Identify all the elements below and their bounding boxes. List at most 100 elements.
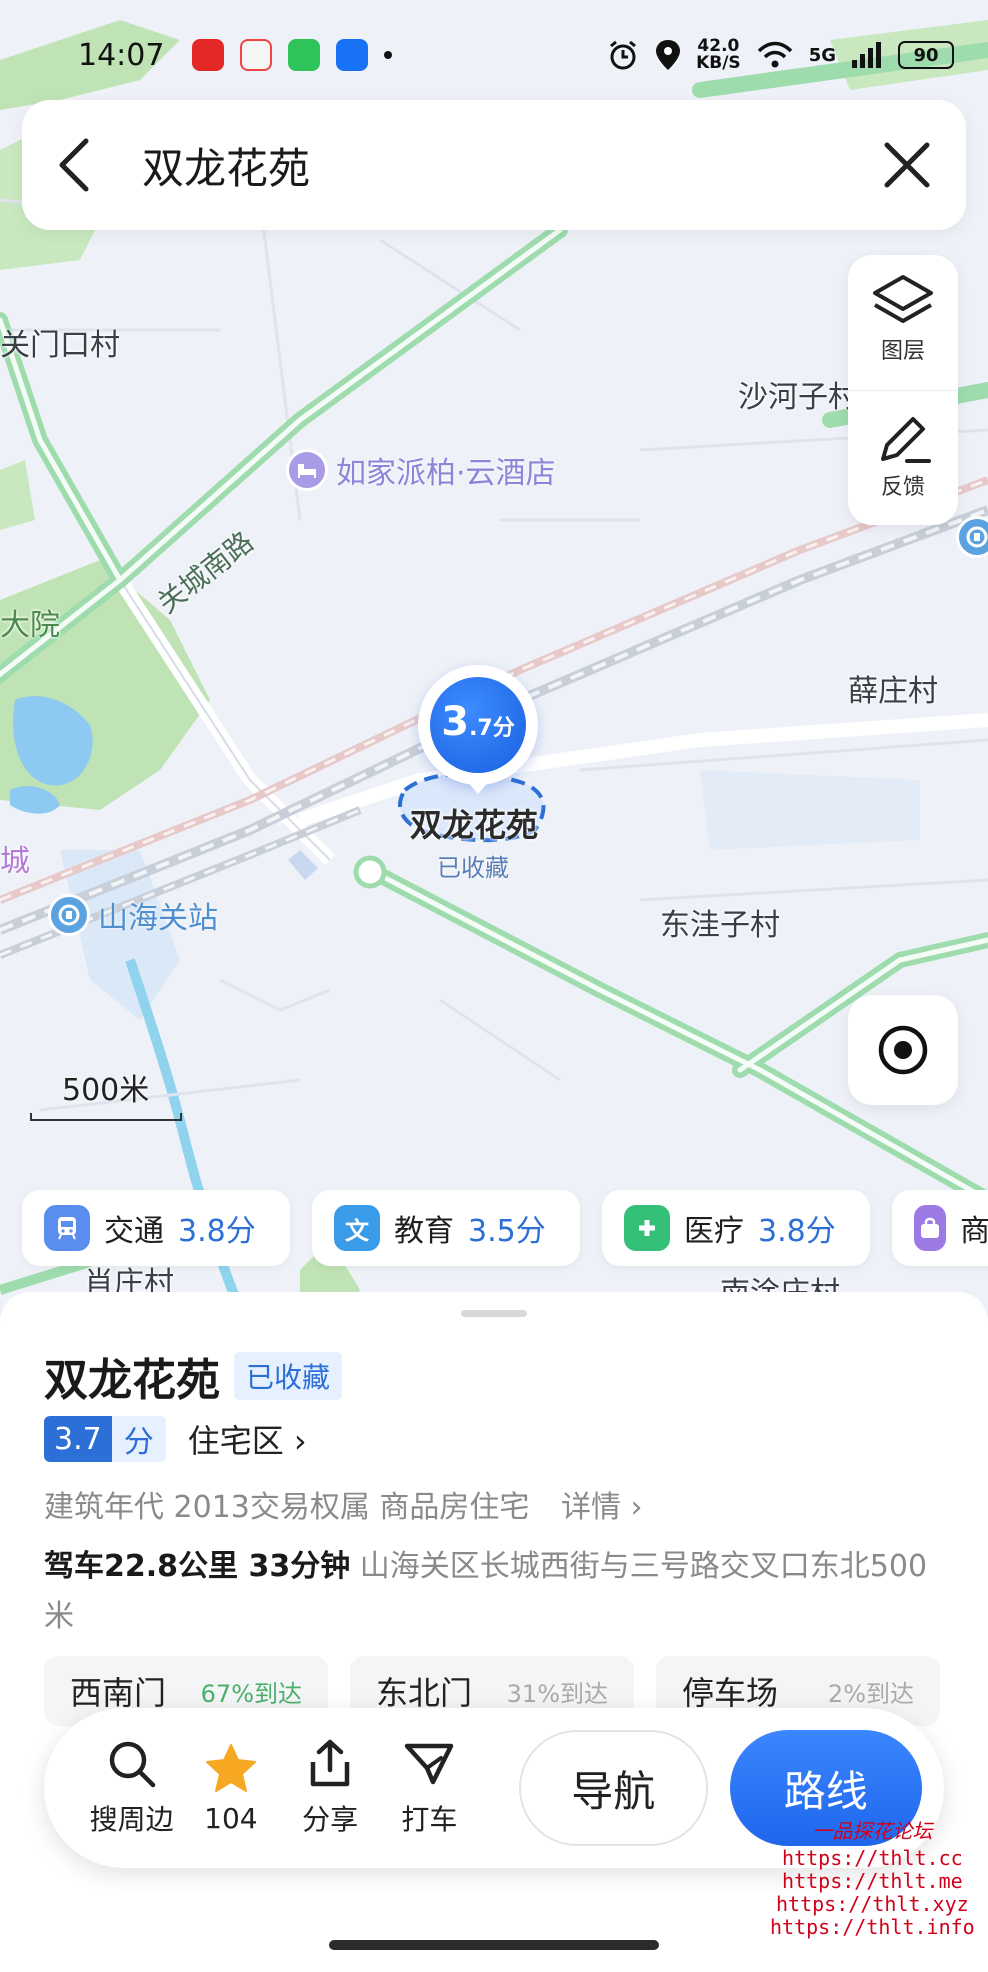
watermark: 一品探花论坛 https://thlt.cc https://thlt.me h… xyxy=(770,1820,975,1939)
building-info-text: 建筑年代 2013交易权属 商品房住宅 xyxy=(44,1490,530,1525)
search-bar[interactable]: 双龙花苑 xyxy=(22,100,966,230)
watermark-url: https://thlt.cc xyxy=(782,1846,963,1870)
star-icon xyxy=(205,1743,256,1792)
map-label-xuezhuang: 薛庄村 xyxy=(848,674,938,709)
taxi-button[interactable]: 打车 xyxy=(380,1738,479,1838)
app-notification-icon xyxy=(192,39,225,71)
layers-icon xyxy=(873,275,933,323)
network-speed-unit: KB/S xyxy=(696,53,741,73)
search-nearby-button[interactable]: 搜周边 xyxy=(82,1738,181,1838)
entrance-percent: 67%到达 xyxy=(200,1679,302,1708)
place-title: 双龙花苑 xyxy=(44,1355,220,1406)
search-icon xyxy=(109,1741,155,1788)
poi-hotel-label: 如家派柏·云酒店 xyxy=(336,456,556,491)
map-tools-panel: 图层 反馈 xyxy=(848,255,958,525)
signal-icon xyxy=(852,42,881,68)
chip-score: 3.8分 xyxy=(178,1214,256,1249)
map-scale: 500米 xyxy=(30,1065,182,1121)
chip-shopping[interactable]: 商 xyxy=(892,1190,988,1266)
favorite-button[interactable]: 104 xyxy=(181,1742,280,1835)
chip-education[interactable]: 文 教育 3.5分 xyxy=(312,1190,580,1266)
train-station-icon xyxy=(956,516,988,558)
score-unit: 分 xyxy=(111,1416,166,1462)
watermark-title: 一品探花论坛 xyxy=(812,1819,933,1843)
entrance-percent: 31%到达 xyxy=(506,1679,608,1708)
back-icon[interactable] xyxy=(56,137,92,193)
education-icon: 文 xyxy=(334,1205,380,1251)
poi-station[interactable]: 山海关站 xyxy=(48,893,218,937)
status-time: 14:07 xyxy=(78,37,165,73)
map-label-cheng: 城 xyxy=(0,844,30,879)
zhihu-app-icon xyxy=(336,39,369,71)
chip-label: 商 xyxy=(960,1214,988,1249)
layers-label: 图层 xyxy=(880,339,925,364)
map-label-dayuan: 大院 xyxy=(0,608,60,643)
map-label-shahezi: 沙河子村 xyxy=(738,380,858,415)
favorited-badge: 已收藏 xyxy=(234,1352,343,1400)
detail-label: 详情 xyxy=(560,1490,621,1525)
more-notifications-dot xyxy=(384,51,393,59)
favorites-count: 104 xyxy=(204,1801,258,1835)
navigate-button[interactable]: 导航 xyxy=(518,1730,708,1846)
map-scale-label: 500米 xyxy=(62,1073,150,1108)
map-label-dongwazi: 东洼子村 xyxy=(660,908,780,943)
wifi-icon xyxy=(757,41,792,68)
locate-me-button[interactable] xyxy=(848,995,958,1105)
drive-distance-time: 驾车22.8公里 33分钟 xyxy=(44,1549,351,1584)
app-notification-icon xyxy=(240,39,273,71)
hotel-icon xyxy=(286,449,328,491)
battery-level: 90 xyxy=(913,44,939,66)
score-value: 3.7 xyxy=(44,1416,112,1462)
shopping-icon xyxy=(914,1205,946,1251)
locate-icon xyxy=(878,1025,928,1075)
network-type: 5G xyxy=(808,44,836,66)
network-speed: 42.0 KB/S xyxy=(696,38,741,72)
poi-station-label: 山海关站 xyxy=(98,901,218,936)
phone-app-icon xyxy=(288,39,321,71)
share-button[interactable]: 分享 xyxy=(280,1738,379,1838)
share-label: 分享 xyxy=(302,1803,359,1836)
watermark-url: https://thlt.info xyxy=(770,1915,975,1939)
map-place-fav-label: 已收藏 xyxy=(437,854,509,882)
feedback-button[interactable]: 反馈 xyxy=(848,390,958,525)
watermark-url: https://thlt.xyz xyxy=(776,1892,969,1916)
place-title-row: 双龙花苑 已收藏 xyxy=(44,1344,343,1408)
layers-button[interactable]: 图层 xyxy=(848,255,958,390)
chip-medical[interactable]: 医疗 3.8分 xyxy=(602,1190,870,1266)
battery-icon: 90 xyxy=(898,41,954,69)
marker-pointer xyxy=(466,780,490,794)
chip-label: 交通 xyxy=(104,1214,164,1249)
sheet-drag-handle[interactable] xyxy=(461,1310,527,1317)
score-pill[interactable]: 3.7 分 xyxy=(44,1416,166,1462)
map-label-guanmenkou: 关门口村 xyxy=(0,328,120,363)
chip-transport[interactable]: 交通 3.8分 xyxy=(22,1190,290,1266)
clear-search-icon[interactable] xyxy=(882,140,932,190)
watermark-url: https://thlt.me xyxy=(782,1869,963,1893)
bus-icon xyxy=(44,1205,90,1251)
category-chips: 交通 3.8分 文 教育 3.5分 医疗 3.8分 商 xyxy=(22,1190,988,1266)
chip-label: 教育 xyxy=(394,1214,454,1249)
detail-link[interactable]: 详情 › xyxy=(561,1490,643,1525)
building-info: 建筑年代 2013交易权属 商品房住宅 详情 › xyxy=(44,1482,643,1526)
medical-icon xyxy=(624,1205,670,1251)
chip-label: 医疗 xyxy=(684,1214,744,1249)
taxi-icon xyxy=(405,1743,454,1785)
poi-station-right[interactable] xyxy=(956,516,988,558)
share-icon xyxy=(310,1739,350,1787)
place-type: 住宅区 xyxy=(187,1422,284,1460)
home-indicator[interactable] xyxy=(329,1940,659,1950)
location-icon xyxy=(656,40,681,70)
chip-score: 3.8分 xyxy=(758,1214,836,1249)
map-place-name: 双龙花苑 xyxy=(410,806,539,844)
poi-hotel[interactable]: 如家派柏·云酒店 xyxy=(286,448,556,492)
place-score-marker[interactable]: 3.7分 xyxy=(418,665,538,785)
train-station-icon xyxy=(48,894,90,936)
entrance-percent: 2%到达 xyxy=(827,1679,914,1708)
place-type-link[interactable]: 住宅区 › xyxy=(188,1416,307,1462)
status-bar: 14:07 42.0 KB/S 5G 90 xyxy=(0,30,988,80)
map-scale-bar xyxy=(30,1113,182,1121)
alarm-icon xyxy=(610,40,637,70)
drive-info: 驾车22.8公里 33分钟 山海关区长城西街与三号路交叉口东北500米 xyxy=(44,1542,944,1642)
search-query[interactable]: 双龙花苑 xyxy=(142,135,882,196)
chevron-right-icon: › xyxy=(630,1490,643,1525)
